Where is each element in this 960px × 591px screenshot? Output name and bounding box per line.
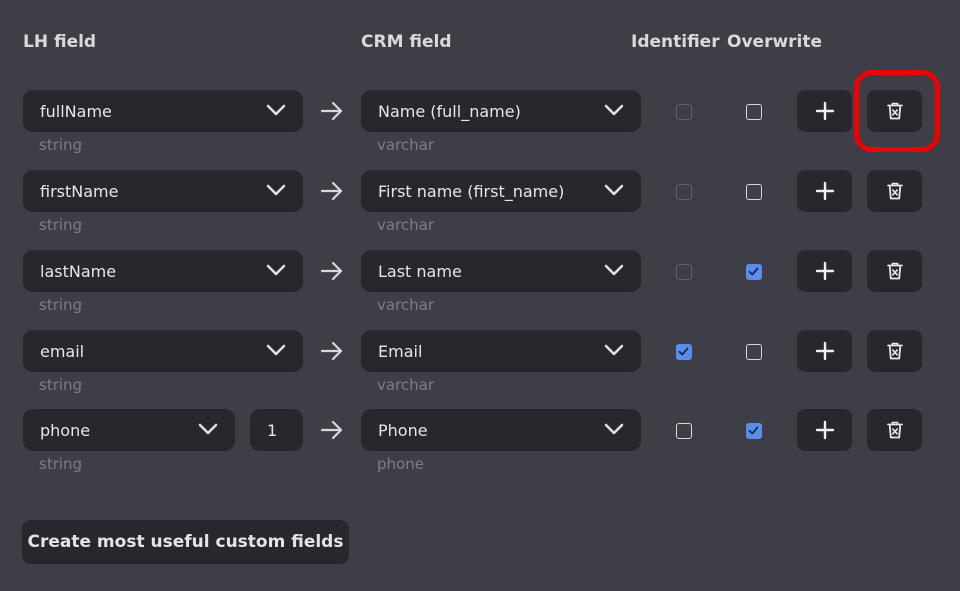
- lh-field-type: string: [39, 376, 83, 394]
- chevron-down-icon: [266, 102, 286, 116]
- phone-index-input[interactable]: 1: [250, 409, 303, 451]
- identifier-checkbox[interactable]: [676, 104, 692, 120]
- crm-field-value: Email: [378, 341, 423, 361]
- mapping-row: firstName string First name (first_name)…: [0, 170, 960, 250]
- crm-field-select[interactable]: Email: [361, 330, 641, 372]
- phone-index-value: 1: [267, 420, 278, 440]
- plus-icon: [815, 101, 835, 121]
- crm-field-value: First name (first_name): [378, 181, 565, 201]
- identifier-checkbox[interactable]: [676, 423, 692, 439]
- lh-field-value: lastName: [40, 261, 117, 281]
- crm-field-type: varchar: [377, 376, 435, 394]
- lh-field-type: string: [39, 455, 83, 473]
- trash-icon: [886, 342, 903, 360]
- crm-field-select[interactable]: Last name: [361, 250, 641, 292]
- trash-icon: [886, 421, 903, 439]
- lh-field-type: string: [39, 216, 83, 234]
- add-row-button[interactable]: [797, 409, 852, 451]
- arrow-right-icon: [320, 180, 344, 202]
- crm-field-value: Name (full_name): [378, 101, 521, 121]
- header-crm-field: CRM field: [361, 32, 452, 52]
- overwrite-checkbox[interactable]: [746, 423, 762, 439]
- crm-field-select[interactable]: Name (full_name): [361, 90, 641, 132]
- header-lh-field: LH field: [23, 32, 97, 52]
- overwrite-checkbox[interactable]: [746, 344, 762, 360]
- add-row-button[interactable]: [797, 90, 852, 132]
- lh-field-select[interactable]: firstName: [23, 170, 303, 212]
- plus-icon: [815, 420, 835, 440]
- mapping-row: email string Email varchar: [0, 330, 960, 410]
- arrow-right-icon: [320, 340, 344, 362]
- lh-field-select[interactable]: fullName: [23, 90, 303, 132]
- identifier-checkbox[interactable]: [676, 344, 692, 360]
- chevron-down-icon: [604, 421, 624, 435]
- overwrite-checkbox[interactable]: [746, 264, 762, 280]
- add-row-button[interactable]: [797, 170, 852, 212]
- header-identifier: Identifier: [631, 32, 720, 52]
- overwrite-checkbox[interactable]: [746, 104, 762, 120]
- arrow-right-icon: [320, 260, 344, 282]
- crm-field-select[interactable]: First name (first_name): [361, 170, 641, 212]
- chevron-down-icon: [266, 262, 286, 276]
- delete-row-button[interactable]: [867, 409, 922, 451]
- plus-icon: [815, 261, 835, 281]
- delete-row-button[interactable]: [867, 250, 922, 292]
- crm-field-value: Phone: [378, 420, 428, 440]
- lh-field-select[interactable]: email: [23, 330, 303, 372]
- lh-field-select[interactable]: lastName: [23, 250, 303, 292]
- crm-field-type: phone: [377, 455, 424, 473]
- plus-icon: [815, 181, 835, 201]
- delete-highlight-annotation: [854, 70, 940, 152]
- chevron-down-icon: [604, 262, 624, 276]
- mapping-row: lastName string Last name varchar: [0, 250, 960, 330]
- mapping-row: phone 1 string Phone phone: [0, 409, 960, 489]
- chevron-down-icon: [266, 342, 286, 356]
- lh-field-value: fullName: [40, 101, 112, 121]
- chevron-down-icon: [604, 342, 624, 356]
- crm-field-type: varchar: [377, 296, 435, 314]
- crm-field-value: Last name: [378, 261, 462, 281]
- delete-row-button[interactable]: [867, 170, 922, 212]
- crm-field-select[interactable]: Phone: [361, 409, 641, 451]
- create-custom-fields-button[interactable]: Create most useful custom fields: [22, 520, 349, 564]
- chevron-down-icon: [604, 102, 624, 116]
- lh-field-type: string: [39, 136, 83, 154]
- lh-field-select[interactable]: phone: [23, 409, 235, 451]
- lh-field-value: firstName: [40, 181, 119, 201]
- crm-field-type: varchar: [377, 216, 435, 234]
- add-row-button[interactable]: [797, 330, 852, 372]
- chevron-down-icon: [604, 182, 624, 196]
- header-overwrite: Overwrite: [727, 32, 823, 52]
- lh-field-value: phone: [40, 420, 91, 440]
- trash-icon: [886, 262, 903, 280]
- add-row-button[interactable]: [797, 250, 852, 292]
- trash-icon: [886, 182, 903, 200]
- chevron-down-icon: [198, 421, 218, 435]
- chevron-down-icon: [266, 182, 286, 196]
- arrow-right-icon: [320, 100, 344, 122]
- lh-field-type: string: [39, 296, 83, 314]
- crm-field-type: varchar: [377, 136, 435, 154]
- lh-field-value: email: [40, 341, 85, 361]
- overwrite-checkbox[interactable]: [746, 184, 762, 200]
- mapping-row: fullName string Name (full_name) varchar: [0, 90, 960, 170]
- identifier-checkbox[interactable]: [676, 184, 692, 200]
- plus-icon: [815, 341, 835, 361]
- identifier-checkbox[interactable]: [676, 264, 692, 280]
- arrow-right-icon: [320, 419, 344, 441]
- delete-row-button[interactable]: [867, 330, 922, 372]
